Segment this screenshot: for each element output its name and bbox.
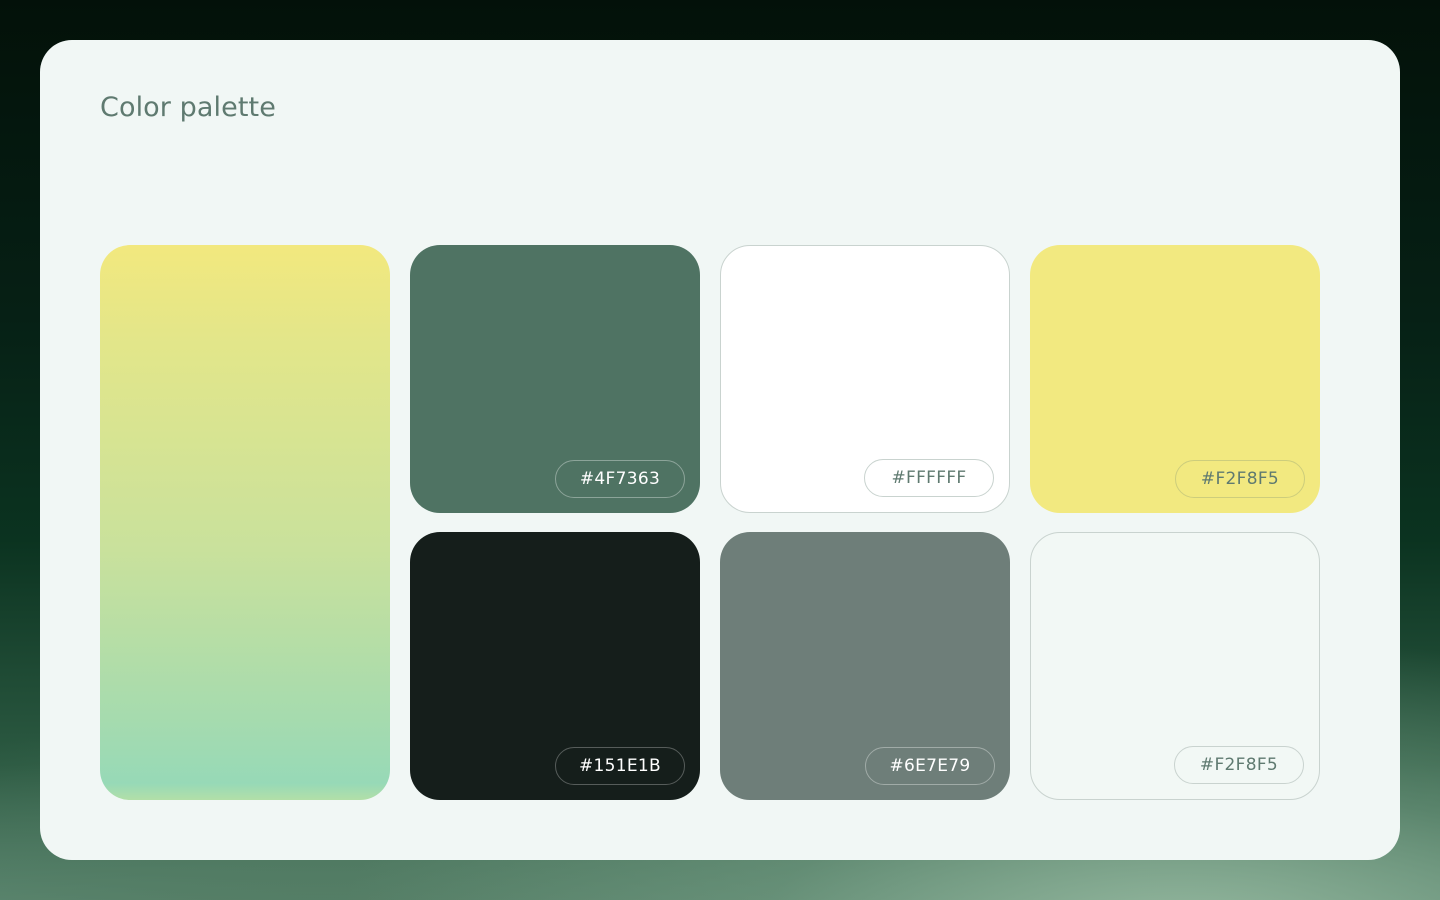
hex-chip[interactable]: #6E7E79 bbox=[865, 747, 995, 785]
swatch-gray[interactable]: #6E7E79 bbox=[720, 532, 1010, 800]
hex-chip[interactable]: #FFFFFF bbox=[864, 459, 994, 497]
swatch-light[interactable]: #F2F8F5 bbox=[1030, 532, 1320, 800]
hex-chip[interactable]: #F2F8F5 bbox=[1174, 746, 1304, 784]
gradient-swatch[interactable] bbox=[100, 245, 390, 800]
hex-chip[interactable]: #4F7363 bbox=[555, 460, 685, 498]
swatch-white[interactable]: #FFFFFF bbox=[720, 245, 1010, 513]
hex-chip[interactable]: #151E1B bbox=[555, 747, 685, 785]
swatch-green[interactable]: #4F7363 bbox=[410, 245, 700, 513]
swatch-black[interactable]: #151E1B bbox=[410, 532, 700, 800]
hex-chip[interactable]: #F2F8F5 bbox=[1175, 460, 1305, 498]
swatch-yellow[interactable]: #F2F8F5 bbox=[1030, 245, 1320, 513]
page-title: Color palette bbox=[100, 92, 276, 123]
palette-card: Color palette #4F7363 #FFFFFF #F2F8F5 #1… bbox=[40, 40, 1400, 860]
